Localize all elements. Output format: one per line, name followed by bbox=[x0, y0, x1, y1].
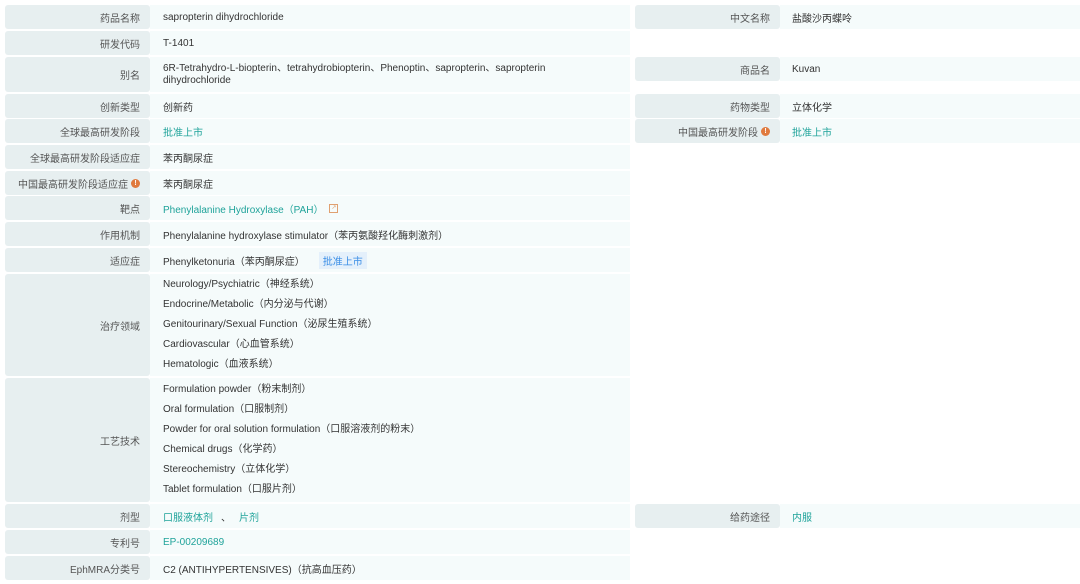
row-ephmra: EphMRA分类号 C2 (ANTIHYPERTENSIVES)（抗高血压药） bbox=[5, 556, 1080, 580]
row-mechanism: 作用机制 Phenylalanine hydroxylase stimulato… bbox=[5, 222, 1080, 246]
label: 给药途径 bbox=[635, 504, 780, 528]
label: 中国最高研发阶段! bbox=[635, 119, 780, 143]
label: 药物类型 bbox=[635, 94, 780, 118]
label: 剂型 bbox=[5, 504, 150, 528]
row-therapeutic-areas: 治疗领域 Neurology/Psychiatric（神经系统） Endocri… bbox=[5, 274, 1080, 376]
label: 靶点 bbox=[5, 196, 150, 220]
label: 作用机制 bbox=[5, 222, 150, 246]
label: 研发代码 bbox=[5, 31, 150, 55]
list-item: Genitourinary/Sexual Function（泌尿生殖系统） bbox=[163, 319, 378, 330]
value: 盐酸沙丙蝶呤 bbox=[780, 5, 1080, 29]
row-technology: 工艺技术 Formulation powder（粉末制剂） Oral formu… bbox=[5, 378, 1080, 502]
row-innovation: 创新类型 创新药 药物类型 立体化学 bbox=[5, 94, 1080, 118]
external-link-icon[interactable]: ↗ bbox=[329, 203, 339, 213]
value: Phenylalanine hydroxylase stimulator（苯丙氨… bbox=[150, 222, 630, 246]
value: 创新药 bbox=[150, 94, 630, 118]
label: 适应症 bbox=[5, 248, 150, 272]
info-icon[interactable]: ! bbox=[761, 126, 770, 136]
list-item: Endocrine/Metabolic（内分泌与代谢） bbox=[163, 299, 334, 310]
value-list: Formulation powder（粉末制剂） Oral formulatio… bbox=[150, 378, 630, 502]
row-china-indication: 中国最高研发阶段适应症! 苯丙酮尿症 bbox=[5, 171, 1080, 195]
value: 苯丙酮尿症 bbox=[150, 145, 630, 169]
value: 6R-Tetrahydro-L-biopterin、tetrahydrobiop… bbox=[150, 57, 630, 92]
value: C2 (ANTIHYPERTENSIVES)（抗高血压药） bbox=[150, 556, 630, 580]
value: Phenylalanine Hydroxylase（PAH） ↗ bbox=[150, 196, 630, 220]
row-alias: 别名 6R-Tetrahydro-L-biopterin、tetrahydrob… bbox=[5, 57, 1080, 92]
label: 全球最高研发阶段 bbox=[5, 119, 150, 143]
list-item: Tablet formulation（口服片剂） bbox=[163, 484, 302, 495]
label: 别名 bbox=[5, 57, 150, 92]
value: 立体化学 bbox=[780, 94, 1080, 118]
indication-text: Phenylketonuria（苯丙酮尿症） bbox=[163, 256, 305, 268]
list-item: Hematologic（血液系统） bbox=[163, 359, 279, 370]
list-item: Neurology/Psychiatric（神经系统） bbox=[163, 279, 320, 290]
list-item: Chemical drugs（化学药） bbox=[163, 444, 283, 455]
label-text: 中国最高研发阶段 bbox=[678, 127, 758, 139]
dosage-link[interactable]: 口服液体剂 bbox=[163, 509, 213, 524]
row-global-phase: 全球最高研发阶段 批准上市 中国最高研发阶段! 批准上市 bbox=[5, 119, 1080, 143]
value: Phenylketonuria（苯丙酮尿症） 批准上市 bbox=[150, 248, 630, 272]
label-text: 中国最高研发阶段适应症 bbox=[18, 179, 128, 191]
phase-link[interactable]: 批准上市 bbox=[780, 119, 1080, 143]
row-indication: 适应症 Phenylketonuria（苯丙酮尿症） 批准上市 bbox=[5, 248, 1080, 272]
route-link[interactable]: 内服 bbox=[780, 504, 1080, 528]
label: 工艺技术 bbox=[5, 378, 150, 502]
list-item: Stereochemistry（立体化学） bbox=[163, 464, 296, 475]
label: 药品名称 bbox=[5, 5, 150, 29]
status-badge: 批准上市 bbox=[318, 251, 367, 269]
phase-link[interactable]: 批准上市 bbox=[150, 119, 630, 143]
label: 创新类型 bbox=[5, 94, 150, 118]
row-patent: 专利号 EP-00209689 bbox=[5, 530, 1080, 554]
row-code: 研发代码 T-1401 bbox=[5, 31, 1080, 55]
list-item: Powder for oral solution formulation（口服溶… bbox=[163, 424, 421, 435]
row-dosage: 剂型 口服液体剂、片剂 给药途径 内服 bbox=[5, 504, 1080, 528]
row-drug-name: 药品名称 sapropterin dihydrochloride 中文名称 盐酸… bbox=[5, 5, 1080, 29]
row-target: 靶点 Phenylalanine Hydroxylase（PAH） ↗ bbox=[5, 196, 1080, 220]
value: T-1401 bbox=[150, 31, 630, 55]
list-item: Oral formulation（口服制剂） bbox=[163, 404, 295, 415]
label: 全球最高研发阶段适应症 bbox=[5, 145, 150, 169]
value: 苯丙酮尿症 bbox=[150, 171, 630, 195]
info-icon[interactable]: ! bbox=[131, 178, 140, 188]
label: 中国最高研发阶段适应症! bbox=[5, 171, 150, 195]
patent-link[interactable]: EP-00209689 bbox=[150, 530, 630, 554]
label: 商品名 bbox=[635, 57, 780, 81]
label: 专利号 bbox=[5, 530, 150, 554]
dosage-link[interactable]: 片剂 bbox=[239, 509, 259, 524]
list-item: Formulation powder（粉末制剂） bbox=[163, 384, 312, 395]
label: EphMRA分类号 bbox=[5, 556, 150, 580]
label: 治疗领域 bbox=[5, 274, 150, 376]
value: 口服液体剂、片剂 bbox=[150, 504, 630, 528]
value-list: Neurology/Psychiatric（神经系统） Endocrine/Me… bbox=[150, 274, 630, 376]
list-item: Cardiovascular（心血管系统） bbox=[163, 339, 300, 350]
target-link[interactable]: Phenylalanine Hydroxylase（PAH） bbox=[163, 201, 323, 216]
label: 中文名称 bbox=[635, 5, 780, 29]
value: sapropterin dihydrochloride bbox=[150, 5, 630, 29]
row-global-indication: 全球最高研发阶段适应症 苯丙酮尿症 bbox=[5, 145, 1080, 169]
separator: 、 bbox=[221, 512, 231, 524]
value: Kuvan bbox=[780, 57, 1080, 81]
